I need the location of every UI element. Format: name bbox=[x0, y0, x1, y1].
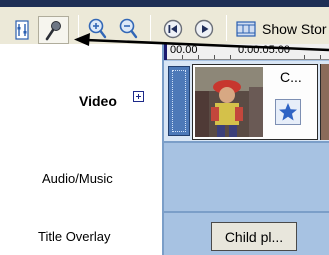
set-audio-levels-button[interactable] bbox=[13, 19, 31, 41]
narrate-timeline-button[interactable] bbox=[38, 16, 69, 44]
play-timeline-button[interactable] bbox=[193, 18, 215, 40]
expand-video-track-icon[interactable] bbox=[133, 91, 144, 102]
clip-thumbnail bbox=[195, 67, 263, 137]
rewind-timeline-icon bbox=[163, 19, 183, 39]
toolbar-separator bbox=[226, 15, 227, 41]
show-storyboard-button[interactable]: Show Stor bbox=[236, 18, 327, 40]
ruler-time-label: 00.00 bbox=[170, 44, 198, 56]
track-headers bbox=[0, 44, 162, 255]
video-clip[interactable]: C... bbox=[192, 64, 318, 140]
timeline-area[interactable]: 00.00 0:00:05.00 C... Child pl... bbox=[162, 44, 329, 255]
timeline-toolbar: Show Stor bbox=[0, 7, 329, 44]
title-clip-name: Child pl... bbox=[224, 228, 284, 245]
ruler-tick bbox=[230, 55, 231, 59]
zoom-out-button[interactable] bbox=[117, 16, 139, 40]
zoom-in-icon bbox=[88, 18, 107, 39]
window-top-edge bbox=[0, 0, 329, 7]
ruler-time-label: 0:00:05.00 bbox=[238, 44, 290, 56]
ruler-tick bbox=[182, 55, 183, 59]
audio-music-track-label: Audio/Music bbox=[42, 171, 113, 186]
ruler-tick bbox=[198, 55, 199, 59]
video-effect-star-icon bbox=[275, 99, 301, 125]
time-ruler[interactable]: 00.00 0:00:05.00 bbox=[164, 44, 329, 60]
toolbar-separator bbox=[78, 15, 79, 41]
next-video-clip[interactable] bbox=[320, 64, 329, 140]
ruler-tick bbox=[320, 55, 321, 59]
show-storyboard-label: Show Stor bbox=[262, 21, 327, 37]
title-overlay-clip[interactable]: Child pl... bbox=[211, 222, 297, 251]
storyboard-icon bbox=[236, 21, 256, 37]
zoom-in-button[interactable] bbox=[86, 16, 108, 40]
transition-block[interactable] bbox=[168, 66, 190, 136]
ruler-tick bbox=[304, 55, 305, 59]
clip-name: C... bbox=[280, 69, 302, 85]
title-overlay-track-label: Title Overlay bbox=[38, 229, 111, 244]
toolbar-separator bbox=[150, 15, 151, 41]
title-overlay-track[interactable]: Child pl... bbox=[164, 215, 329, 255]
play-timeline-icon bbox=[194, 19, 214, 39]
playhead-indicator[interactable] bbox=[164, 44, 167, 60]
zoom-out-icon bbox=[119, 18, 138, 39]
rewind-timeline-button[interactable] bbox=[162, 18, 184, 40]
ruler-tick bbox=[214, 55, 215, 59]
video-track-label: Video bbox=[79, 93, 117, 109]
audio-music-track[interactable] bbox=[164, 145, 329, 213]
set-audio-levels-icon bbox=[15, 20, 29, 40]
narrate-timeline-icon bbox=[45, 21, 61, 41]
video-track[interactable]: C... bbox=[164, 61, 329, 143]
